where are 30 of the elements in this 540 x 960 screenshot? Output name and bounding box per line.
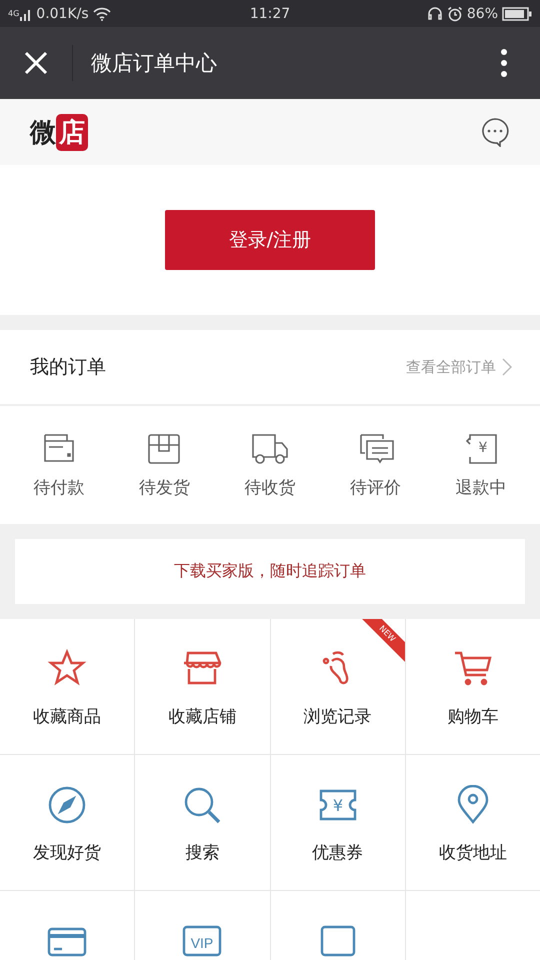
network-speed: 0.01K/s [36,6,89,22]
section-title: 我的订单 [30,355,106,380]
menu-tile[interactable]: 收货地址 [406,755,540,890]
order-status-item[interactable]: ¥ 退款中 [456,432,507,498]
download-app-banner[interactable]: 下载买家版，随时追踪订单 [15,539,525,604]
order-status-item[interactable]: 待付款 [33,432,84,498]
menu-tile[interactable]: 发现好货 [0,755,134,890]
login-register-button[interactable]: 登录/注册 [165,210,375,270]
message-icon[interactable] [480,117,510,147]
battery-percent: 86% [466,6,498,22]
menu-tile[interactable]: 搜索 [135,755,270,890]
network-type: 4G [8,8,20,18]
battery-icon [502,6,532,20]
more-menu-button[interactable] [500,48,508,78]
order-status-item[interactable]: 待收货 [244,432,296,498]
chevron-right-icon [502,358,512,376]
page-title: 微店订单中心 [91,50,218,77]
clock-time: 11:27 [250,6,290,22]
order-status-item[interactable]: 待发货 [138,432,190,498]
menu-tile[interactable]: 收藏商品 [0,619,134,754]
truck-icon [250,432,289,466]
menu-tile[interactable]: 收藏店铺 [135,619,270,754]
menu-tile[interactable]: 购物车 [406,619,540,754]
headset-icon [426,6,443,22]
wifi-icon [92,6,111,20]
menu-tile[interactable]: ¥ 优惠券 [270,755,405,890]
shop-logo: 微店 [30,114,88,150]
close-button[interactable] [24,51,48,75]
alarm-clock-icon [446,6,463,22]
order-status-item[interactable]: 待评价 [350,432,402,498]
